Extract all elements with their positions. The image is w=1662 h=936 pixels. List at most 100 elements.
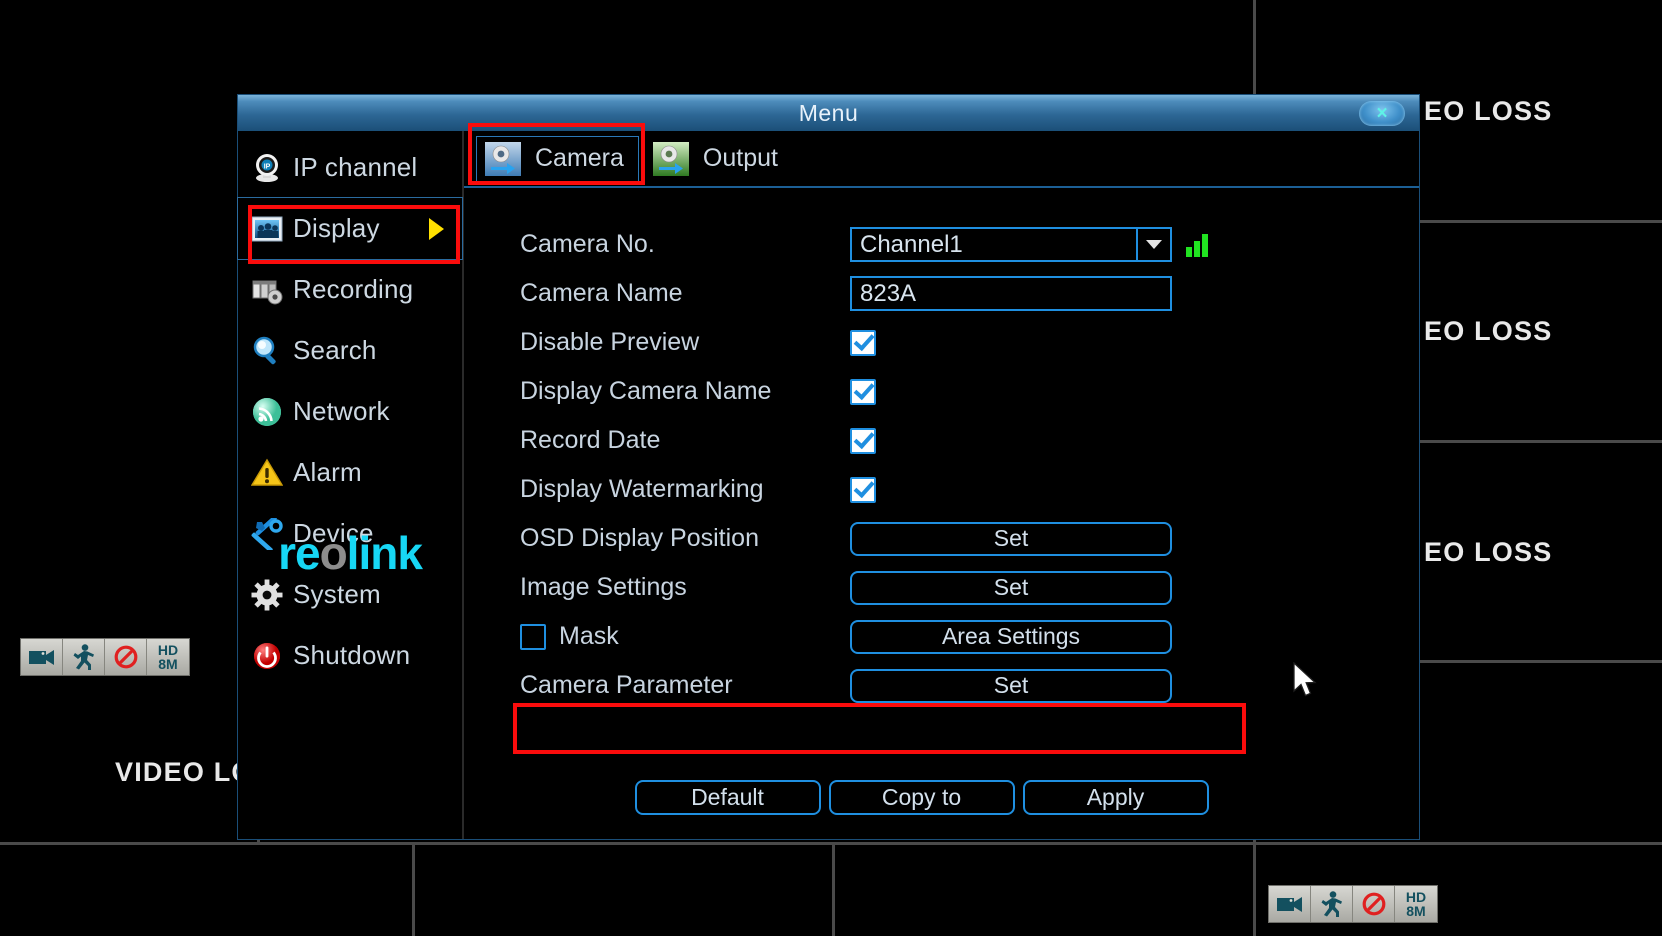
dialog-title: Menu [798,99,859,126]
close-icon: × [1376,103,1388,124]
display-camera-name-label: Display Camera Name [520,377,772,405]
dialog-body: IP IP channel Display Recording Search N… [237,131,1419,839]
copy-to-button[interactable]: Copy to [828,780,1015,815]
default-button[interactable]: Default [634,780,821,815]
chevron-right-icon [429,217,444,240]
sidebar-item-shutdown[interactable]: Shutdown [238,625,462,686]
mouse-cursor [1292,661,1318,705]
sidebar-item-ip-channel[interactable]: IP IP channel [238,137,462,198]
row-camera-name: Camera Name [464,269,1419,318]
sidebar-item-label: Display [293,213,380,243]
brand-text-2: o [319,527,348,579]
no-entry-icon [105,639,147,675]
camera-no-value: Channel1 [860,230,963,258]
tab-label: Output [702,144,778,172]
record-date-checkbox[interactable] [850,427,876,454]
display-watermarking-checkbox[interactable] [850,476,876,503]
alarm-icon [250,457,284,489]
disable-preview-checkbox[interactable] [850,329,876,356]
sidebar-item-search[interactable]: Search [238,320,462,381]
tab-label: Camera [535,144,624,172]
camera-parameter-set-button[interactable]: Set [850,668,1172,703]
signal-strength-icon [1186,233,1208,257]
disable-preview-label: Disable Preview [520,328,700,356]
display-watermarking-label: Display Watermarking [520,475,764,503]
network-icon [251,396,283,428]
shutdown-icon [251,640,283,672]
sidebar-item-label: Network [293,396,390,426]
mask-label: Mask [559,622,619,650]
close-button[interactable]: × [1359,101,1405,126]
camera-no-select[interactable]: Channel1 [850,227,1172,262]
sidebar-item-label: System [293,579,381,609]
dialog-titlebar: Menu × [238,95,1419,131]
ip-camera-icon: IP [251,152,283,184]
row-camera-parameter: Camera Parameter Set [464,661,1419,710]
content-panel: Camera Output Camera No. Channel1 Camera… [464,131,1419,839]
grid-divider [832,842,835,936]
display-camera-name-checkbox[interactable] [850,378,876,405]
row-osd-display-position: OSD Display Position Set [464,514,1419,563]
mask-label-group: Mask [520,622,850,651]
bitrate-text: 8M [1406,903,1426,919]
camera-settings-icon [485,141,521,176]
apply-button[interactable]: Apply [1022,780,1209,815]
reolink-logo: reolink [238,526,462,580]
brand-text-3: link [346,527,423,579]
sidebar-item-label: Recording [293,274,414,304]
camera-settings-form: Camera No. Channel1 Camera Name 823A Dis… [464,188,1419,710]
nvr-screen: EO LOSS EO LOSS EO LOSS VIDEO LO HD 8M HD… [0,0,1662,936]
dialog-footer: Default Copy to Apply [464,780,1419,815]
video-camera-icon [1269,886,1311,922]
video-camera-icon [21,639,63,675]
tab-output[interactable]: Output [645,137,792,181]
row-disable-preview: Disable Preview [464,318,1419,367]
motion-detect-icon [63,639,105,675]
sidebar-item-display[interactable]: Display [237,197,463,260]
mask-area-settings-button[interactable]: Area Settings [850,619,1172,654]
hd-8m-icon: HD 8M [147,639,189,675]
sidebar-item-label: Shutdown [293,640,411,670]
brand-text-1: re [278,527,320,579]
row-record-date: Record Date [464,416,1419,465]
search-icon [251,335,283,367]
status-icon-strip: HD 8M [1268,885,1438,923]
bitrate-text: 8M [158,656,178,672]
camera-no-label: Camera No. [520,230,655,258]
system-icon [251,579,283,611]
video-loss-label: EO LOSS [1424,96,1553,126]
sidebar-item-label: Alarm [293,457,362,487]
camera-name-input[interactable] [850,276,1172,311]
row-mask: Mask Area Settings [464,612,1419,661]
sidebar-item-alarm[interactable]: Alarm [238,442,462,503]
display-icon [251,213,283,245]
osd-display-position-label: OSD Display Position [520,524,759,552]
sidebar: IP IP channel Display Recording Search N… [237,131,464,839]
row-camera-no: Camera No. Channel1 [464,220,1419,269]
video-loss-label: VIDEO LO [115,757,254,787]
status-icon-strip: HD 8M [20,638,190,676]
output-settings-icon [652,141,689,176]
video-loss-label: EO LOSS [1424,316,1553,346]
camera-parameter-label: Camera Parameter [520,671,733,699]
row-image-settings: Image Settings Set [464,563,1419,612]
sidebar-item-recording[interactable]: Recording [238,259,462,320]
mask-checkbox[interactable] [520,623,546,650]
image-settings-label: Image Settings [520,573,687,601]
menu-dialog: Menu × IP IP channel Display Recording S… [237,94,1420,840]
record-date-label: Record Date [520,426,661,454]
recording-icon [251,274,283,306]
sidebar-item-network[interactable]: Network [238,381,462,442]
chevron-down-icon[interactable] [1136,229,1170,260]
camera-name-label: Camera Name [520,279,683,307]
svg-text:IP: IP [264,163,271,170]
row-display-camera-name: Display Camera Name [464,367,1419,416]
tab-camera[interactable]: Camera [476,135,639,182]
grid-divider [412,842,415,936]
osd-display-position-set-button[interactable]: Set [850,521,1172,556]
row-display-watermarking: Display Watermarking [464,465,1419,514]
video-loss-label: EO LOSS [1424,537,1553,567]
image-settings-set-button[interactable]: Set [850,570,1172,605]
motion-detect-icon [1311,886,1353,922]
tab-bar: Camera Output [464,131,1419,188]
